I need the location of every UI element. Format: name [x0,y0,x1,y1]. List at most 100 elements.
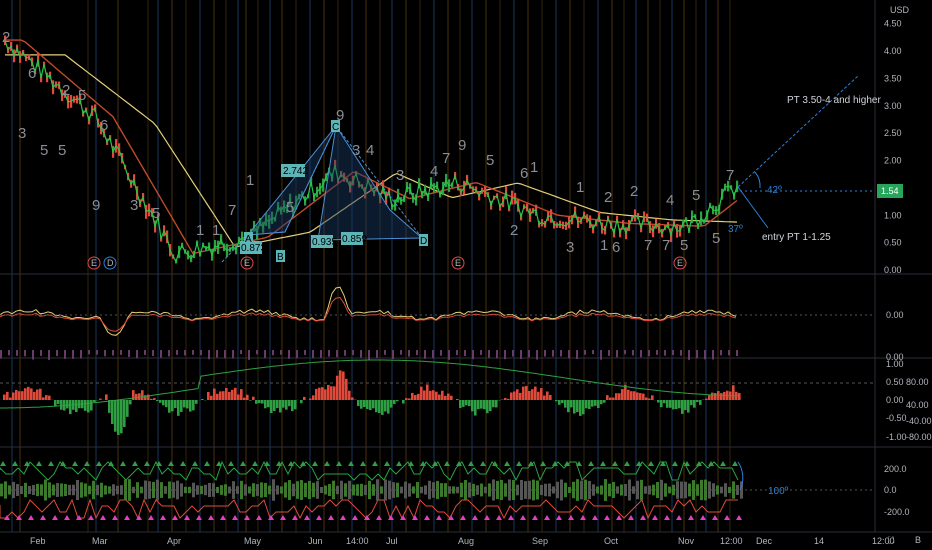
osc2-bar [378,400,381,414]
osc2-bar [69,400,72,415]
osc2-bar [483,400,486,410]
volume-bar [304,350,306,355]
volume-bar [568,350,570,359]
osc2-bar [585,400,588,409]
osc2-bar [252,396,255,400]
volume-bar [48,350,50,360]
event-marker: E [91,258,97,268]
osc2-bar [111,400,114,424]
volume-bar [320,350,322,358]
osc2-bar [27,386,30,400]
osc2-bar [135,393,138,400]
volume-bar [176,350,178,355]
osc2-tick: 1.00 [886,359,904,369]
osc2-bar [288,400,291,407]
osc2-bar [525,385,528,400]
osc2-bar [42,397,45,400]
osc2-bar [390,400,393,408]
osc2-bar [369,400,372,411]
volume-bar [688,350,690,360]
osc2-bar [381,400,384,415]
osc2-bar [531,389,534,400]
osc2-bar [732,385,735,400]
event-marker: E [244,258,250,268]
volume-bar [528,350,530,358]
price-tick: 0.50 [884,238,902,248]
sequence-count: 7 [228,202,236,219]
harmonic-label: 2.742 [283,166,308,177]
volume-bar [168,350,170,357]
osc3-bar [192,482,195,498]
osc2-bar [456,398,459,400]
volume-bar [464,350,466,357]
osc2-bar [648,398,651,400]
osc2-bar [282,400,285,408]
volume-bar [8,350,10,356]
volume-bar [472,350,474,360]
osc2-bar [660,400,663,408]
volume-bar [184,350,186,356]
osc2-bar [699,400,702,405]
osc2-bar [183,400,186,408]
osc2-bar [495,400,498,408]
osc2-bar [156,400,159,402]
volume-bar [224,350,226,359]
sequence-count: 5 [40,142,48,159]
osc2-bar [219,391,222,400]
osc2-bar [33,391,36,400]
osc2-bar [513,391,516,400]
osc2-bar [366,400,369,409]
osc2-bar [603,400,606,403]
volume-bar [704,350,706,360]
osc2-bar [420,386,423,400]
volume-bar [144,350,146,355]
sequence-count: 5 [680,237,688,254]
trading-chart[interactable]: PT 3.50-4 and higher entry PT 1-1.25 42º… [0,0,932,550]
osc2-bar [327,384,330,400]
osc2-bar [237,394,240,400]
sequence-count: 9 [336,107,344,124]
osc2-bar [492,400,495,408]
volume-bar [152,350,154,356]
price-tick: 2.00 [884,156,902,166]
osc2-bar [417,393,420,400]
osc2-bar [351,397,354,400]
volume-bar [288,350,290,359]
osc2-bar [105,394,108,400]
volume-bar [664,350,666,356]
osc2-bar [543,395,546,400]
osc2-bar [165,400,168,408]
osc2-bar [510,392,513,400]
sequence-count: 7 [726,167,734,184]
osc2-bar [270,400,273,414]
osc2-bar [561,400,564,404]
volume-bar [96,350,98,355]
volume-bar [616,350,618,358]
osc2-bar [549,394,552,400]
time-tick: 14:00 [346,536,369,546]
pattern-point: D [420,236,427,247]
volume-bar [112,350,114,356]
osc2-bar [177,400,180,416]
volume-bar [248,350,250,360]
osc2-bar [195,400,198,404]
volume-bar [192,350,194,355]
osc2-bar [657,400,660,403]
osc2-bar [345,378,348,400]
osc2-bar [387,400,390,414]
volume-bar [336,350,338,358]
volume-bar [24,350,26,357]
sequence-count: 7 [662,237,670,254]
osc2-bar [261,400,264,404]
osc2-bar [120,400,123,434]
osc2-bar [21,391,24,400]
volume-bar [632,350,634,356]
osc2-bar [318,387,321,400]
expand-icon[interactable]: ⛶ [887,535,895,545]
osc2-bar [363,400,366,408]
sequence-count: 2 [62,82,70,99]
b-icon[interactable]: B [915,535,921,545]
time-tick: Sep [532,536,548,546]
sequence-count: 5 [486,152,494,169]
osc2-bar [66,400,69,409]
